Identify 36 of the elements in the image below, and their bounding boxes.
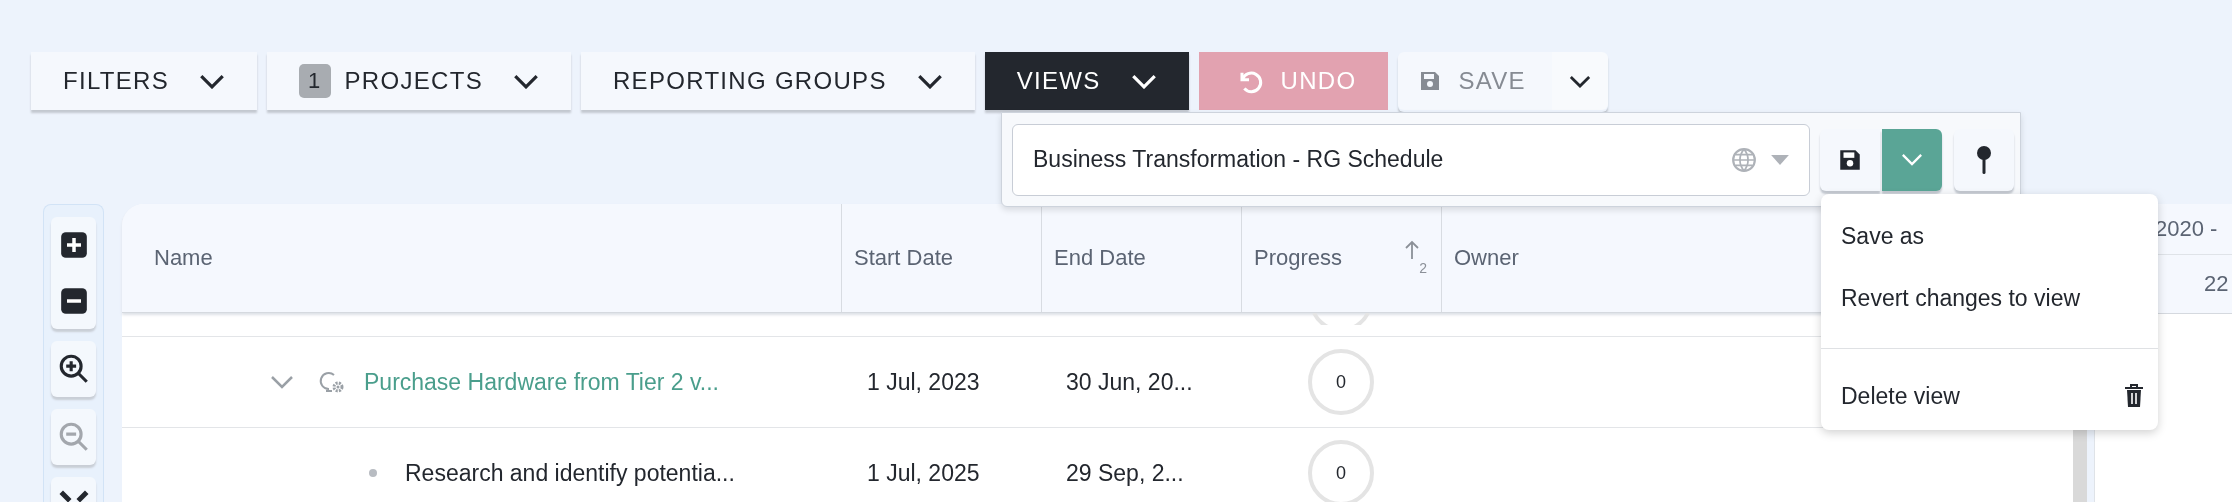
chevron-down-icon [1901, 153, 1923, 166]
trash-icon [2124, 384, 2144, 408]
start-date: 1 Jul, 2023 [867, 368, 980, 396]
progress-ring: 0 [1308, 349, 1374, 415]
end-date: 29 Sep, 2... [1066, 459, 1184, 487]
save-view-button[interactable] [1820, 128, 1880, 191]
chevron-down-icon [1568, 74, 1591, 88]
toolbar-dropdown-button[interactable]: 1 PROJECTS [267, 52, 571, 110]
save-options-button[interactable] [1551, 52, 1608, 110]
column-header[interactable]: Name [122, 204, 841, 312]
globe-icon [1731, 146, 1757, 173]
progress-ring: 0 [1308, 440, 1374, 502]
end-date: 30 Jun, 20... [1066, 368, 1193, 396]
sort-indicator: 2 [1405, 240, 1427, 276]
zoom-in-button[interactable] [51, 341, 96, 397]
count-badge: 1 [299, 64, 331, 98]
chevron-down-icon [513, 73, 539, 89]
task-name: Research and identify potentia... [405, 459, 735, 487]
menu-item[interactable]: Delete view [1821, 363, 2158, 429]
pin-icon [1976, 144, 1992, 175]
pin-button[interactable] [1954, 128, 2014, 191]
view-select[interactable]: Business Transformation - RG Schedule [1012, 123, 1810, 196]
toolbar-dropdown-button[interactable]: REPORTING GROUPS [581, 52, 975, 110]
timeline-period: 2020 - [2155, 216, 2218, 242]
arrow-up-icon [1405, 240, 1420, 260]
chevron-down-icon [916, 73, 943, 89]
chevron-down-icon[interactable] [270, 375, 294, 389]
chevron-down-icon [199, 73, 225, 89]
caret-down-icon [1771, 154, 1789, 165]
plus-icon [59, 231, 88, 259]
toolbar-dropdown-button[interactable]: VIEWS [984, 52, 1189, 110]
chevron-down-icon [1130, 73, 1157, 89]
start-date: 1 Jul, 2025 [867, 459, 980, 487]
toolbar-dropdown-button[interactable]: FILTERS [31, 52, 257, 110]
bullet-icon [369, 469, 377, 477]
minus-icon [59, 287, 88, 315]
